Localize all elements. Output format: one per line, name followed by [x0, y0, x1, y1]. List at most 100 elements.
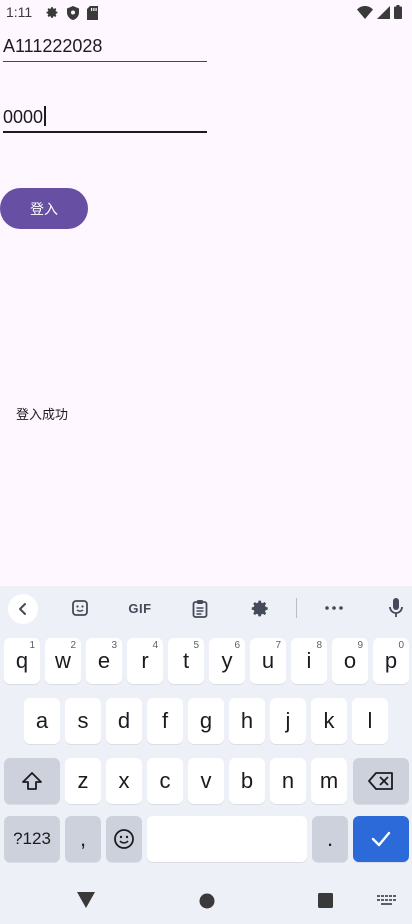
more-icon[interactable] [320, 594, 348, 622]
key-y[interactable]: y6 [209, 638, 245, 684]
key-hint: 2 [70, 640, 76, 651]
clipboard-icon[interactable] [186, 594, 214, 622]
space-key[interactable] [147, 816, 307, 862]
shift-key[interactable] [4, 758, 60, 804]
key-x[interactable]: x [106, 758, 142, 804]
key-g[interactable]: g [188, 698, 224, 744]
key-label: m [319, 768, 339, 793]
key-label: x [118, 768, 130, 793]
account-field[interactable]: A111222028 [3, 36, 207, 62]
recents-square-icon[interactable] [318, 893, 333, 912]
key-m[interactable]: m [311, 758, 347, 804]
key-label: , [79, 826, 87, 851]
key-label: q [15, 648, 29, 673]
key-o[interactable]: o9 [332, 638, 368, 684]
key-label: e [97, 648, 111, 673]
key-label: g [199, 708, 213, 733]
navigation-bar [0, 870, 412, 924]
account-input-value: A111222028 [3, 36, 103, 56]
emoji-icon [114, 829, 134, 849]
status-time: 1:11 [6, 4, 33, 20]
key-c[interactable]: c [147, 758, 183, 804]
key-hint: 9 [357, 640, 363, 651]
gear-icon [46, 6, 59, 20]
key-r[interactable]: r4 [127, 638, 163, 684]
key-f[interactable]: f [147, 698, 183, 744]
key-label: . [326, 826, 334, 851]
key-label: r [141, 648, 149, 673]
key-w[interactable]: w2 [45, 638, 81, 684]
login-button-label: 登入 [30, 201, 58, 218]
key-label: t [182, 648, 190, 673]
key-hint: 6 [234, 640, 240, 651]
gif-button[interactable]: GIF [122, 594, 158, 622]
home-circle-icon[interactable] [199, 893, 215, 913]
password-field[interactable]: 0000 [3, 106, 207, 133]
mic-icon[interactable] [382, 594, 410, 622]
key-label: y [221, 648, 233, 673]
key-label: o [343, 648, 357, 673]
key-z[interactable]: z [65, 758, 101, 804]
sticker-icon[interactable] [66, 594, 94, 622]
emoji-key[interactable] [106, 816, 142, 862]
back-triangle-icon[interactable] [77, 892, 95, 912]
key-q[interactable]: q1 [4, 638, 40, 684]
gif-label: GIF [128, 600, 152, 616]
key-label: ?123 [13, 829, 51, 848]
key-label: n [281, 768, 295, 793]
key-label: s [77, 708, 89, 733]
password-input-value: 0000 [3, 107, 44, 127]
key-label: b [240, 768, 254, 793]
key-i[interactable]: i8 [291, 638, 327, 684]
enter-key[interactable] [353, 816, 409, 862]
text-cursor [44, 106, 47, 126]
symbols-key[interactable]: ?123 [4, 816, 60, 862]
key-label: a [35, 708, 49, 733]
signal-icon [377, 5, 390, 19]
battery-icon [394, 5, 402, 19]
key-label: w [55, 648, 71, 673]
keyboard-toolbar: GIF [0, 586, 412, 630]
shield-icon [67, 6, 79, 20]
back-arrow-icon[interactable] [8, 594, 38, 624]
key-hint: 1 [29, 640, 35, 651]
key-v[interactable]: v [188, 758, 224, 804]
key-label: v [200, 768, 212, 793]
key-t[interactable]: t5 [168, 638, 204, 684]
key-s[interactable]: s [65, 698, 101, 744]
key-label: k [323, 708, 335, 733]
key-hint: 0 [398, 640, 404, 651]
key-d[interactable]: d [106, 698, 142, 744]
key-hint: 3 [111, 640, 117, 651]
key-hint: 5 [193, 640, 199, 651]
key-e[interactable]: e3 [86, 638, 122, 684]
key-a[interactable]: a [24, 698, 60, 744]
sd-card-icon [87, 6, 98, 20]
login-button[interactable]: 登入 [0, 188, 88, 229]
key-n[interactable]: n [270, 758, 306, 804]
toolbar-divider [296, 598, 297, 618]
keyboard-switch-icon[interactable] [377, 894, 397, 913]
soft-keyboard: GIF q1 w2 e3 r4 t5 y6 u7 i8 o9 p0 a s d … [0, 586, 412, 870]
wifi-icon [357, 5, 373, 19]
key-label: d [117, 708, 131, 733]
key-j[interactable]: j [270, 698, 306, 744]
key-l[interactable]: l [352, 698, 388, 744]
result-message: 登入成功 [16, 408, 69, 423]
key-label: c [159, 768, 171, 793]
key-b[interactable]: b [229, 758, 265, 804]
backspace-key[interactable] [353, 758, 409, 804]
key-h[interactable]: h [229, 698, 265, 744]
key-label: p [384, 648, 398, 673]
key-u[interactable]: u7 [250, 638, 286, 684]
key-label: h [240, 708, 254, 733]
key-p[interactable]: p0 [373, 638, 409, 684]
settings-icon[interactable] [246, 594, 274, 622]
key-label: f [161, 708, 169, 733]
period-key[interactable]: . [312, 816, 348, 862]
key-label: i [306, 648, 312, 673]
key-label: z [77, 768, 89, 793]
comma-key[interactable]: , [65, 816, 101, 862]
key-k[interactable]: k [311, 698, 347, 744]
status-bar: 1:11 [0, 0, 412, 26]
